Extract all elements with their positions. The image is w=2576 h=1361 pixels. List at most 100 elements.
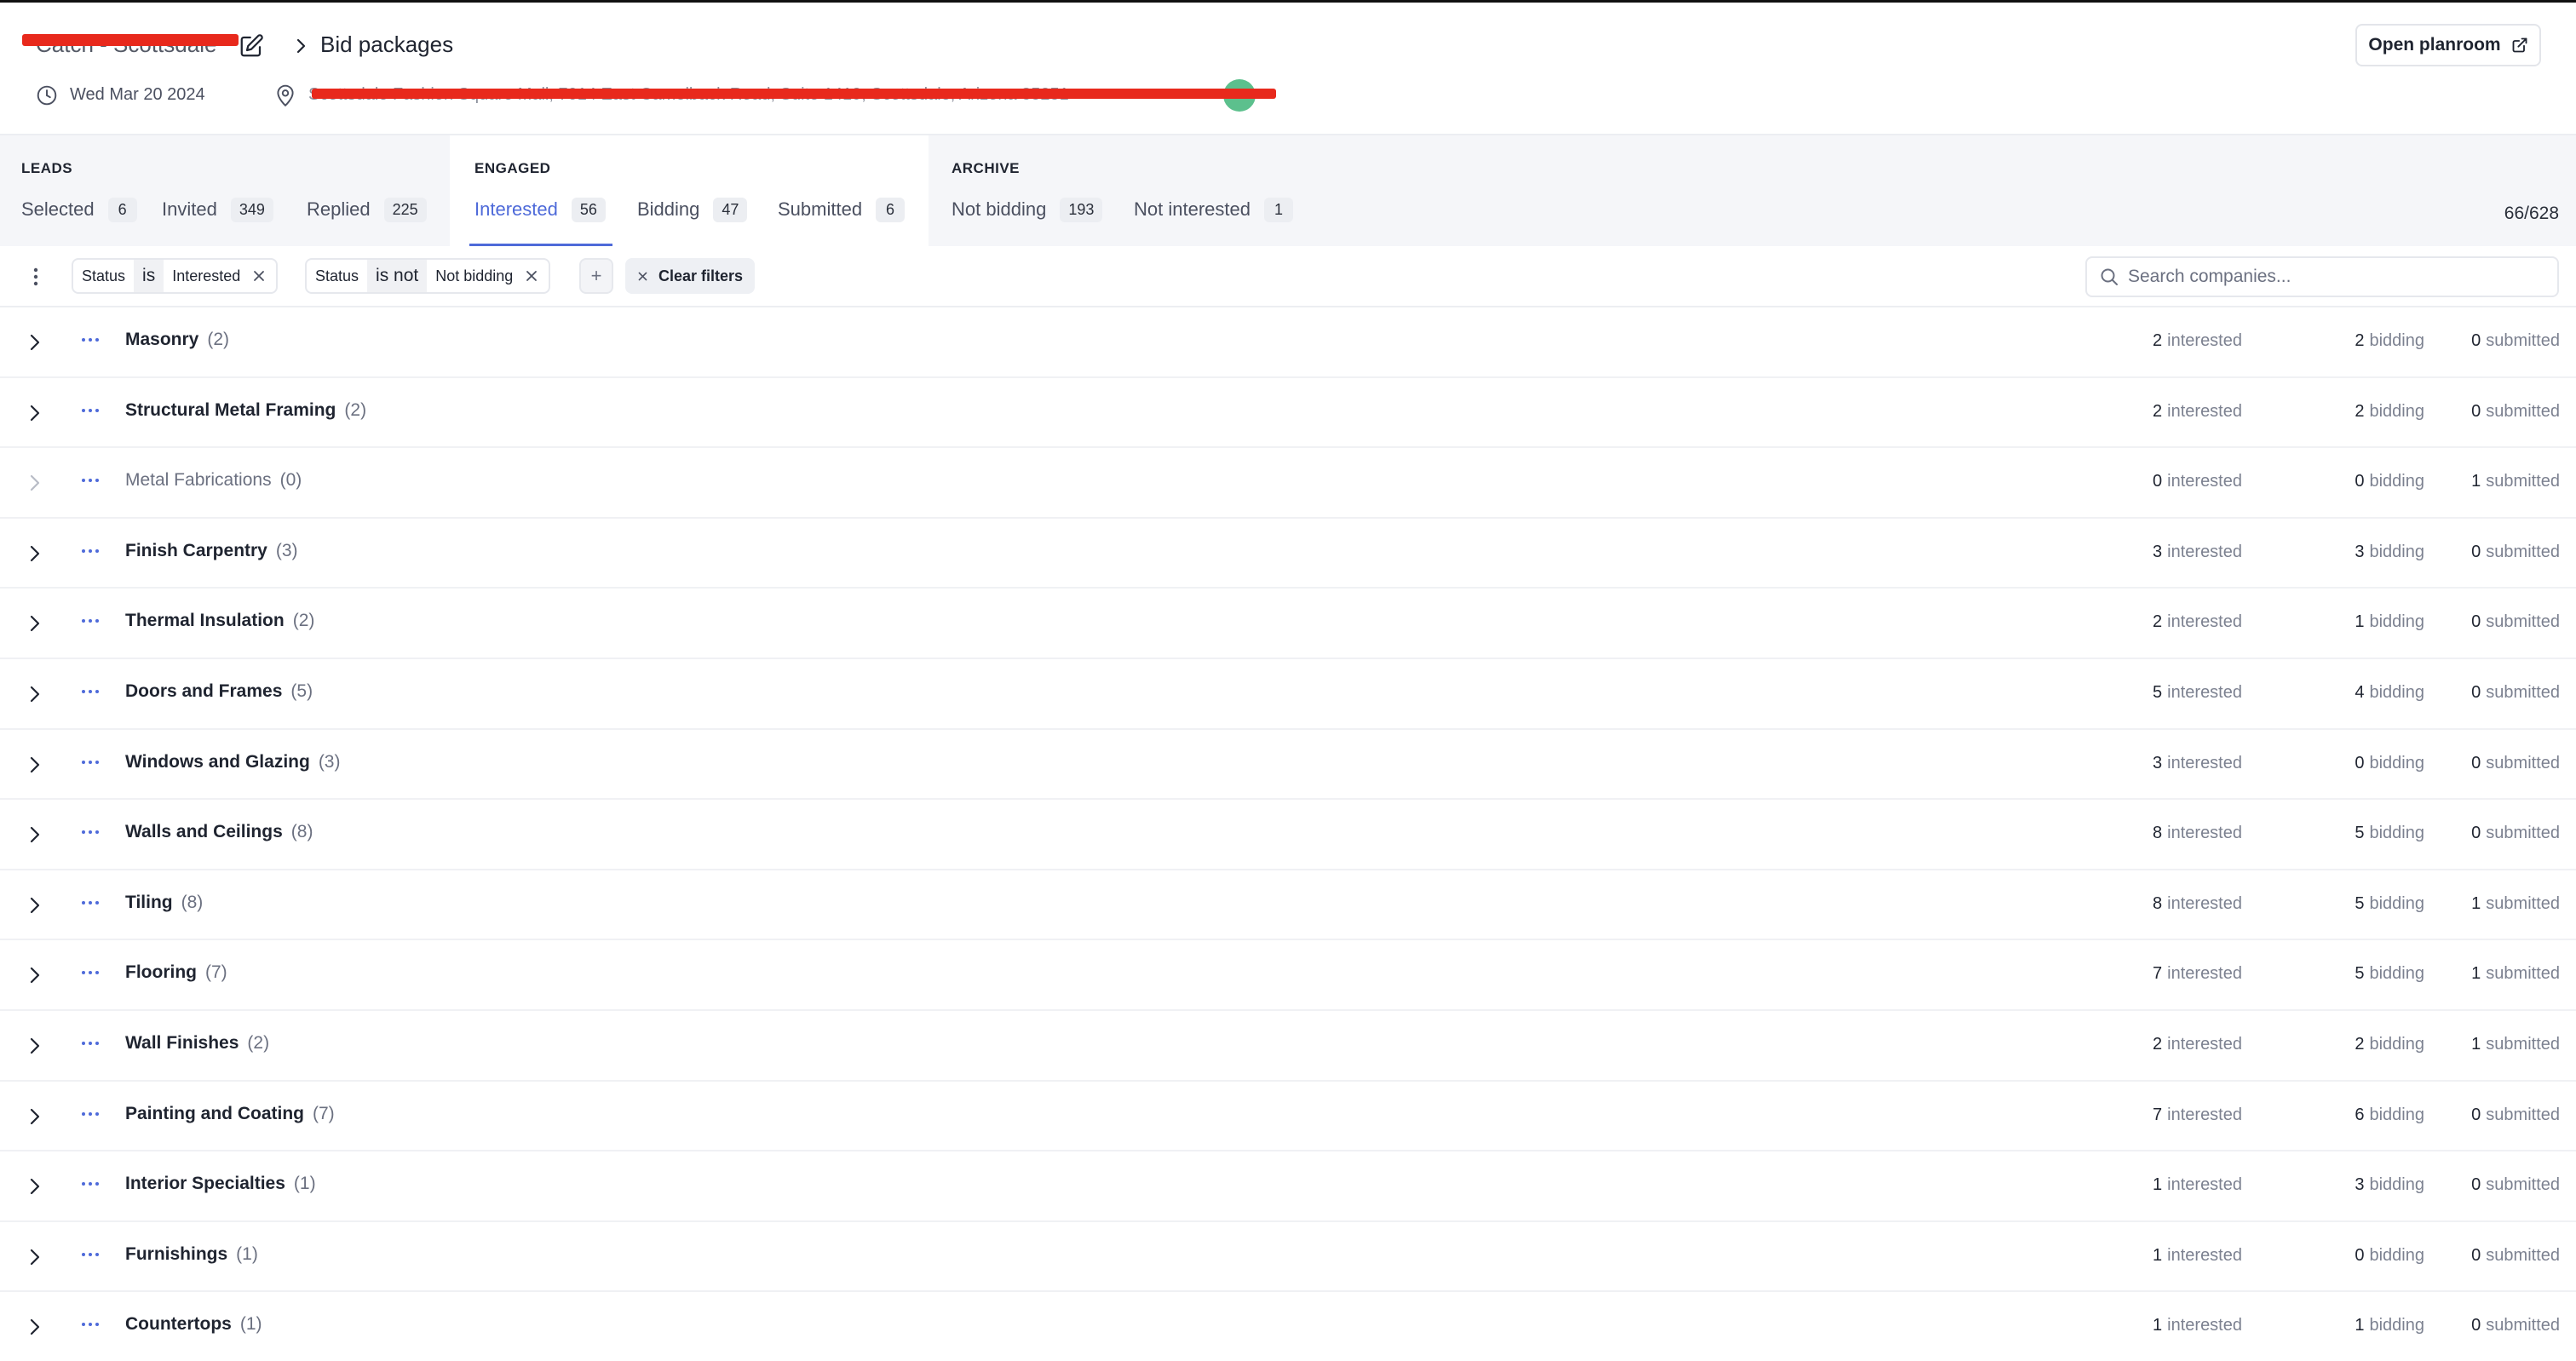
- bid-package-name[interactable]: Walls and Ceilings (8): [125, 822, 313, 842]
- chevron-right-icon[interactable]: [26, 402, 44, 424]
- filter-value[interactable]: Interested: [164, 260, 249, 292]
- filter-chip[interactable]: Status is not Not bidding: [305, 258, 551, 294]
- tab-submitted[interactable]: Submitted 6: [778, 195, 906, 224]
- bid-package-row[interactable]: Finish Carpentry (3) 3 interested 3 bidding 0 s…: [0, 519, 2576, 589]
- more-horizontal-icon[interactable]: [80, 1314, 101, 1335]
- bidding-label: bidding: [2369, 331, 2424, 350]
- bid-package-name[interactable]: Painting and Coating (7): [125, 1104, 335, 1124]
- more-horizontal-icon[interactable]: [80, 611, 101, 631]
- bid-package-name[interactable]: Furnishings (1): [125, 1244, 258, 1265]
- package-count: (2): [207, 330, 230, 349]
- more-horizontal-icon[interactable]: [80, 1033, 101, 1054]
- more-horizontal-icon[interactable]: [80, 1174, 101, 1194]
- bid-package-name[interactable]: Windows and Glazing (3): [125, 752, 340, 772]
- tab-not-interested[interactable]: Not interested 1: [1134, 195, 1293, 224]
- chevron-right-icon[interactable]: [26, 683, 44, 705]
- more-horizontal-icon[interactable]: [80, 822, 101, 842]
- bid-package-row[interactable]: Painting and Coating (7) 7 interested 6 biddi…: [0, 1082, 2576, 1152]
- bid-package-name[interactable]: Thermal Insulation (2): [125, 611, 314, 631]
- remove-filter-button[interactable]: [249, 260, 276, 292]
- more-horizontal-icon[interactable]: [80, 1244, 101, 1265]
- bid-package-name[interactable]: Doors and Frames (5): [125, 681, 313, 702]
- more-horizontal-icon[interactable]: [80, 962, 101, 983]
- chevron-right-icon[interactable]: [26, 824, 44, 846]
- more-horizontal-icon[interactable]: [80, 541, 101, 561]
- chevron-right-icon[interactable]: [26, 1105, 44, 1128]
- bid-package-row[interactable]: Flooring (7) 7 interested 5 bidding 1 submitted: [0, 940, 2576, 1011]
- filter-value[interactable]: Not bidding: [427, 260, 521, 292]
- submitted-label: submitted: [2486, 824, 2560, 843]
- filter-chip[interactable]: Status is Interested: [72, 258, 279, 294]
- bid-package-row[interactable]: Windows and Glazing (3) 3 interested 0 biddin…: [0, 730, 2576, 801]
- interested-count: 1: [2153, 1316, 2163, 1335]
- more-horizontal-icon[interactable]: [80, 330, 101, 350]
- search-box[interactable]: [2085, 256, 2559, 297]
- chevron-right-icon[interactable]: [26, 1246, 44, 1268]
- interested-label: interested: [2167, 964, 2242, 984]
- interested-stat: 1 interested: [2153, 1246, 2242, 1266]
- bid-package-row[interactable]: Metal Fabrications (0) 0 interested 0 bidding…: [0, 448, 2576, 519]
- more-horizontal-icon[interactable]: [80, 752, 101, 772]
- bidding-count: 1: [2355, 612, 2365, 632]
- bid-package-name[interactable]: Tiling (8): [125, 893, 203, 913]
- bid-package-row[interactable]: Structural Metal Framing (2) 2 interested 2 b…: [0, 378, 2576, 449]
- tab-interested[interactable]: Interested 56: [474, 195, 606, 224]
- filter-operator[interactable]: is: [134, 260, 164, 292]
- add-filter-button[interactable]: +: [579, 258, 613, 294]
- bid-package-name[interactable]: Interior Specialties (1): [125, 1174, 316, 1194]
- more-horizontal-icon[interactable]: [80, 1104, 101, 1124]
- bid-package-row[interactable]: Thermal Insulation (2) 2 interested 1 bidding…: [0, 589, 2576, 659]
- more-horizontal-icon[interactable]: [80, 681, 101, 702]
- bid-package-name[interactable]: Masonry (2): [125, 330, 229, 350]
- bid-package-row[interactable]: Wall Finishes (2) 2 interested 2 bidding 1 subm…: [0, 1011, 2576, 1082]
- chevron-right-icon[interactable]: [26, 331, 44, 353]
- bid-package-row[interactable]: Walls and Ceilings (8) 8 interested 5 bidding…: [0, 800, 2576, 870]
- bid-package-row[interactable]: Furnishings (1) 1 interested 0 bidding 0 submit…: [0, 1222, 2576, 1293]
- tab-replied[interactable]: Replied 225: [307, 195, 427, 224]
- chevron-right-icon[interactable]: [26, 754, 44, 776]
- chevron-right-icon[interactable]: [26, 612, 44, 635]
- more-horizontal-icon[interactable]: [80, 400, 101, 421]
- more-horizontal-icon[interactable]: [80, 470, 101, 491]
- bid-package-name[interactable]: Structural Metal Framing (2): [125, 400, 366, 421]
- tab-bidding[interactable]: Bidding 47: [637, 195, 748, 224]
- interested-label: interested: [2167, 753, 2242, 772]
- bid-package-row[interactable]: Doors and Frames (5) 5 interested 4 bidding 0 s…: [0, 659, 2576, 730]
- kebab-icon[interactable]: [27, 265, 44, 289]
- search-input[interactable]: [2128, 267, 2537, 287]
- chevron-right-icon[interactable]: [26, 1175, 44, 1197]
- open-planroom-button[interactable]: Open planroom: [2355, 24, 2541, 66]
- interested-label: interested: [2167, 472, 2242, 491]
- bid-package-row[interactable]: Masonry (2) 2 interested 2 bidding 0 submitted: [0, 307, 2576, 378]
- bidding-count: 2: [2355, 1034, 2365, 1054]
- bid-package-row[interactable]: Interior Specialties (1) 1 interested 3 biddi…: [0, 1151, 2576, 1222]
- filter-field[interactable]: Status: [73, 260, 134, 292]
- chevron-right-icon[interactable]: [26, 1035, 44, 1057]
- submitted-label: submitted: [2486, 472, 2560, 491]
- bid-package-name[interactable]: Wall Finishes (2): [125, 1033, 269, 1054]
- chevron-right-icon[interactable]: [26, 472, 44, 494]
- bid-package-name[interactable]: Countertops (1): [125, 1314, 262, 1335]
- interested-count: 5: [2153, 682, 2163, 702]
- filter-field[interactable]: Status: [307, 260, 367, 292]
- clear-filters-button[interactable]: Clear filters: [625, 258, 756, 294]
- chevron-right-icon[interactable]: [26, 1316, 44, 1338]
- bidding-stat: 0 bidding: [2355, 1246, 2424, 1266]
- tab-selected[interactable]: Selected 6: [21, 195, 137, 224]
- chevron-right-icon[interactable]: [26, 543, 44, 565]
- filter-operator[interactable]: is not: [367, 260, 428, 292]
- bid-package-row[interactable]: Countertops (1) 1 interested 1 bidding 0 submit…: [0, 1292, 2576, 1361]
- tab-invited[interactable]: Invited 349: [162, 195, 273, 224]
- tab-not-bidding[interactable]: Not bidding 193: [952, 195, 1103, 224]
- submitted-stat: 0 submitted: [2471, 402, 2560, 422]
- bid-package-name[interactable]: Finish Carpentry (3): [125, 541, 298, 561]
- more-horizontal-icon[interactable]: [80, 893, 101, 913]
- bid-package-row[interactable]: Tiling (8) 8 interested 5 bidding 1 submitted: [0, 870, 2576, 941]
- edit-icon[interactable]: [239, 33, 264, 59]
- bid-package-name[interactable]: Flooring (7): [125, 962, 227, 983]
- chevron-right-icon[interactable]: [26, 894, 44, 916]
- chevron-right-icon[interactable]: [26, 964, 44, 986]
- bidding-stat: 0 bidding: [2355, 754, 2424, 773]
- bid-package-name[interactable]: Metal Fabrications (0): [125, 470, 302, 491]
- remove-filter-button[interactable]: [521, 260, 549, 292]
